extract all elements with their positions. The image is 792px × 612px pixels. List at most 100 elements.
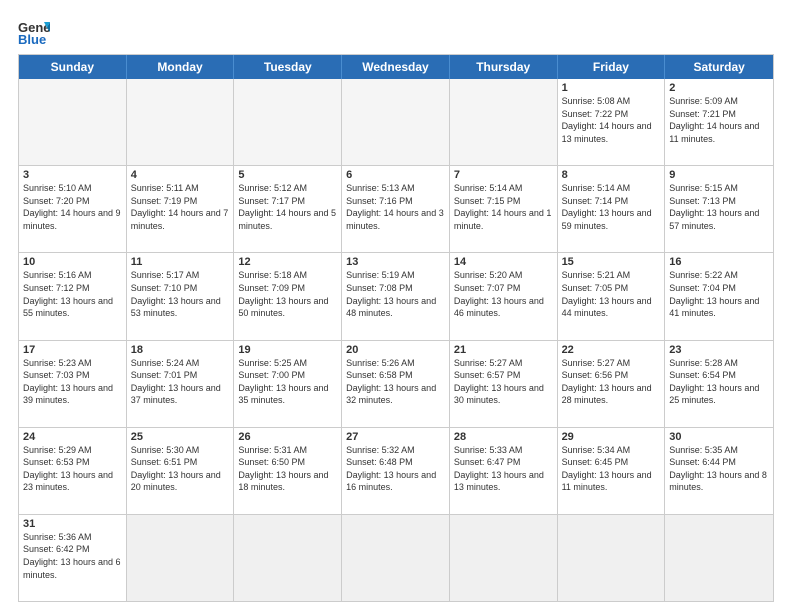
day-number: 29 — [562, 431, 661, 443]
empty-cell — [665, 515, 773, 601]
calendar-row: 10Sunrise: 5:16 AM Sunset: 7:12 PM Dayli… — [19, 253, 773, 340]
day-number: 31 — [23, 518, 122, 530]
day-info: Sunrise: 5:29 AM Sunset: 6:53 PM Dayligh… — [23, 444, 122, 494]
day-number: 2 — [669, 82, 769, 94]
weekday-header-monday: Monday — [127, 55, 235, 79]
empty-cell — [558, 515, 666, 601]
day-number: 28 — [454, 431, 553, 443]
day-number: 21 — [454, 344, 553, 356]
day-info: Sunrise: 5:28 AM Sunset: 6:54 PM Dayligh… — [669, 357, 769, 407]
day-cell-7: 7Sunrise: 5:14 AM Sunset: 7:15 PM Daylig… — [450, 166, 558, 252]
empty-cell — [234, 515, 342, 601]
day-info: Sunrise: 5:32 AM Sunset: 6:48 PM Dayligh… — [346, 444, 445, 494]
day-number: 15 — [562, 256, 661, 268]
day-info: Sunrise: 5:35 AM Sunset: 6:44 PM Dayligh… — [669, 444, 769, 494]
day-info: Sunrise: 5:23 AM Sunset: 7:03 PM Dayligh… — [23, 357, 122, 407]
day-number: 23 — [669, 344, 769, 356]
day-cell-4: 4Sunrise: 5:11 AM Sunset: 7:19 PM Daylig… — [127, 166, 235, 252]
day-number: 25 — [131, 431, 230, 443]
day-info: Sunrise: 5:12 AM Sunset: 7:17 PM Dayligh… — [238, 182, 337, 232]
day-number: 14 — [454, 256, 553, 268]
day-number: 6 — [346, 169, 445, 181]
day-number: 10 — [23, 256, 122, 268]
page-header: General Blue — [18, 18, 774, 46]
day-cell-15: 15Sunrise: 5:21 AM Sunset: 7:05 PM Dayli… — [558, 253, 666, 339]
day-cell-3: 3Sunrise: 5:10 AM Sunset: 7:20 PM Daylig… — [19, 166, 127, 252]
day-cell-1: 1Sunrise: 5:08 AM Sunset: 7:22 PM Daylig… — [558, 79, 666, 165]
day-number: 4 — [131, 169, 230, 181]
logo: General Blue — [18, 18, 50, 46]
svg-text:Blue: Blue — [18, 32, 46, 46]
day-info: Sunrise: 5:14 AM Sunset: 7:14 PM Dayligh… — [562, 182, 661, 232]
day-info: Sunrise: 5:11 AM Sunset: 7:19 PM Dayligh… — [131, 182, 230, 232]
weekday-header-sunday: Sunday — [19, 55, 127, 79]
day-info: Sunrise: 5:31 AM Sunset: 6:50 PM Dayligh… — [238, 444, 337, 494]
day-cell-26: 26Sunrise: 5:31 AM Sunset: 6:50 PM Dayli… — [234, 428, 342, 514]
empty-cell — [19, 79, 127, 165]
empty-cell — [342, 79, 450, 165]
day-cell-10: 10Sunrise: 5:16 AM Sunset: 7:12 PM Dayli… — [19, 253, 127, 339]
day-number: 7 — [454, 169, 553, 181]
day-cell-13: 13Sunrise: 5:19 AM Sunset: 7:08 PM Dayli… — [342, 253, 450, 339]
day-cell-14: 14Sunrise: 5:20 AM Sunset: 7:07 PM Dayli… — [450, 253, 558, 339]
day-info: Sunrise: 5:09 AM Sunset: 7:21 PM Dayligh… — [669, 95, 769, 145]
day-cell-5: 5Sunrise: 5:12 AM Sunset: 7:17 PM Daylig… — [234, 166, 342, 252]
empty-cell — [450, 515, 558, 601]
day-cell-22: 22Sunrise: 5:27 AM Sunset: 6:56 PM Dayli… — [558, 341, 666, 427]
empty-cell — [127, 79, 235, 165]
empty-cell — [127, 515, 235, 601]
calendar: SundayMondayTuesdayWednesdayThursdayFrid… — [18, 54, 774, 602]
day-info: Sunrise: 5:30 AM Sunset: 6:51 PM Dayligh… — [131, 444, 230, 494]
day-info: Sunrise: 5:20 AM Sunset: 7:07 PM Dayligh… — [454, 269, 553, 319]
weekday-header-thursday: Thursday — [450, 55, 558, 79]
day-info: Sunrise: 5:21 AM Sunset: 7:05 PM Dayligh… — [562, 269, 661, 319]
day-number: 26 — [238, 431, 337, 443]
day-number: 17 — [23, 344, 122, 356]
day-info: Sunrise: 5:36 AM Sunset: 6:42 PM Dayligh… — [23, 531, 122, 581]
day-info: Sunrise: 5:25 AM Sunset: 7:00 PM Dayligh… — [238, 357, 337, 407]
empty-cell — [234, 79, 342, 165]
day-info: Sunrise: 5:19 AM Sunset: 7:08 PM Dayligh… — [346, 269, 445, 319]
day-number: 24 — [23, 431, 122, 443]
calendar-header: SundayMondayTuesdayWednesdayThursdayFrid… — [19, 55, 773, 79]
weekday-header-wednesday: Wednesday — [342, 55, 450, 79]
day-info: Sunrise: 5:17 AM Sunset: 7:10 PM Dayligh… — [131, 269, 230, 319]
weekday-header-tuesday: Tuesday — [234, 55, 342, 79]
day-number: 8 — [562, 169, 661, 181]
day-cell-17: 17Sunrise: 5:23 AM Sunset: 7:03 PM Dayli… — [19, 341, 127, 427]
day-cell-19: 19Sunrise: 5:25 AM Sunset: 7:00 PM Dayli… — [234, 341, 342, 427]
day-info: Sunrise: 5:13 AM Sunset: 7:16 PM Dayligh… — [346, 182, 445, 232]
day-number: 3 — [23, 169, 122, 181]
day-info: Sunrise: 5:22 AM Sunset: 7:04 PM Dayligh… — [669, 269, 769, 319]
day-number: 13 — [346, 256, 445, 268]
calendar-row: 17Sunrise: 5:23 AM Sunset: 7:03 PM Dayli… — [19, 341, 773, 428]
day-number: 5 — [238, 169, 337, 181]
day-cell-18: 18Sunrise: 5:24 AM Sunset: 7:01 PM Dayli… — [127, 341, 235, 427]
day-info: Sunrise: 5:10 AM Sunset: 7:20 PM Dayligh… — [23, 182, 122, 232]
day-info: Sunrise: 5:24 AM Sunset: 7:01 PM Dayligh… — [131, 357, 230, 407]
day-number: 12 — [238, 256, 337, 268]
empty-cell — [450, 79, 558, 165]
day-info: Sunrise: 5:15 AM Sunset: 7:13 PM Dayligh… — [669, 182, 769, 232]
day-info: Sunrise: 5:18 AM Sunset: 7:09 PM Dayligh… — [238, 269, 337, 319]
day-cell-12: 12Sunrise: 5:18 AM Sunset: 7:09 PM Dayli… — [234, 253, 342, 339]
day-number: 30 — [669, 431, 769, 443]
weekday-header-friday: Friday — [558, 55, 666, 79]
weekday-header-saturday: Saturday — [665, 55, 773, 79]
day-cell-31: 31Sunrise: 5:36 AM Sunset: 6:42 PM Dayli… — [19, 515, 127, 601]
day-number: 18 — [131, 344, 230, 356]
day-cell-23: 23Sunrise: 5:28 AM Sunset: 6:54 PM Dayli… — [665, 341, 773, 427]
day-info: Sunrise: 5:27 AM Sunset: 6:57 PM Dayligh… — [454, 357, 553, 407]
day-number: 22 — [562, 344, 661, 356]
calendar-row: 24Sunrise: 5:29 AM Sunset: 6:53 PM Dayli… — [19, 428, 773, 515]
day-number: 9 — [669, 169, 769, 181]
logo-icon: General Blue — [18, 18, 50, 46]
day-cell-28: 28Sunrise: 5:33 AM Sunset: 6:47 PM Dayli… — [450, 428, 558, 514]
calendar-row: 1Sunrise: 5:08 AM Sunset: 7:22 PM Daylig… — [19, 79, 773, 166]
day-number: 11 — [131, 256, 230, 268]
day-cell-24: 24Sunrise: 5:29 AM Sunset: 6:53 PM Dayli… — [19, 428, 127, 514]
calendar-body: 1Sunrise: 5:08 AM Sunset: 7:22 PM Daylig… — [19, 79, 773, 601]
day-number: 27 — [346, 431, 445, 443]
day-number: 16 — [669, 256, 769, 268]
day-info: Sunrise: 5:08 AM Sunset: 7:22 PM Dayligh… — [562, 95, 661, 145]
